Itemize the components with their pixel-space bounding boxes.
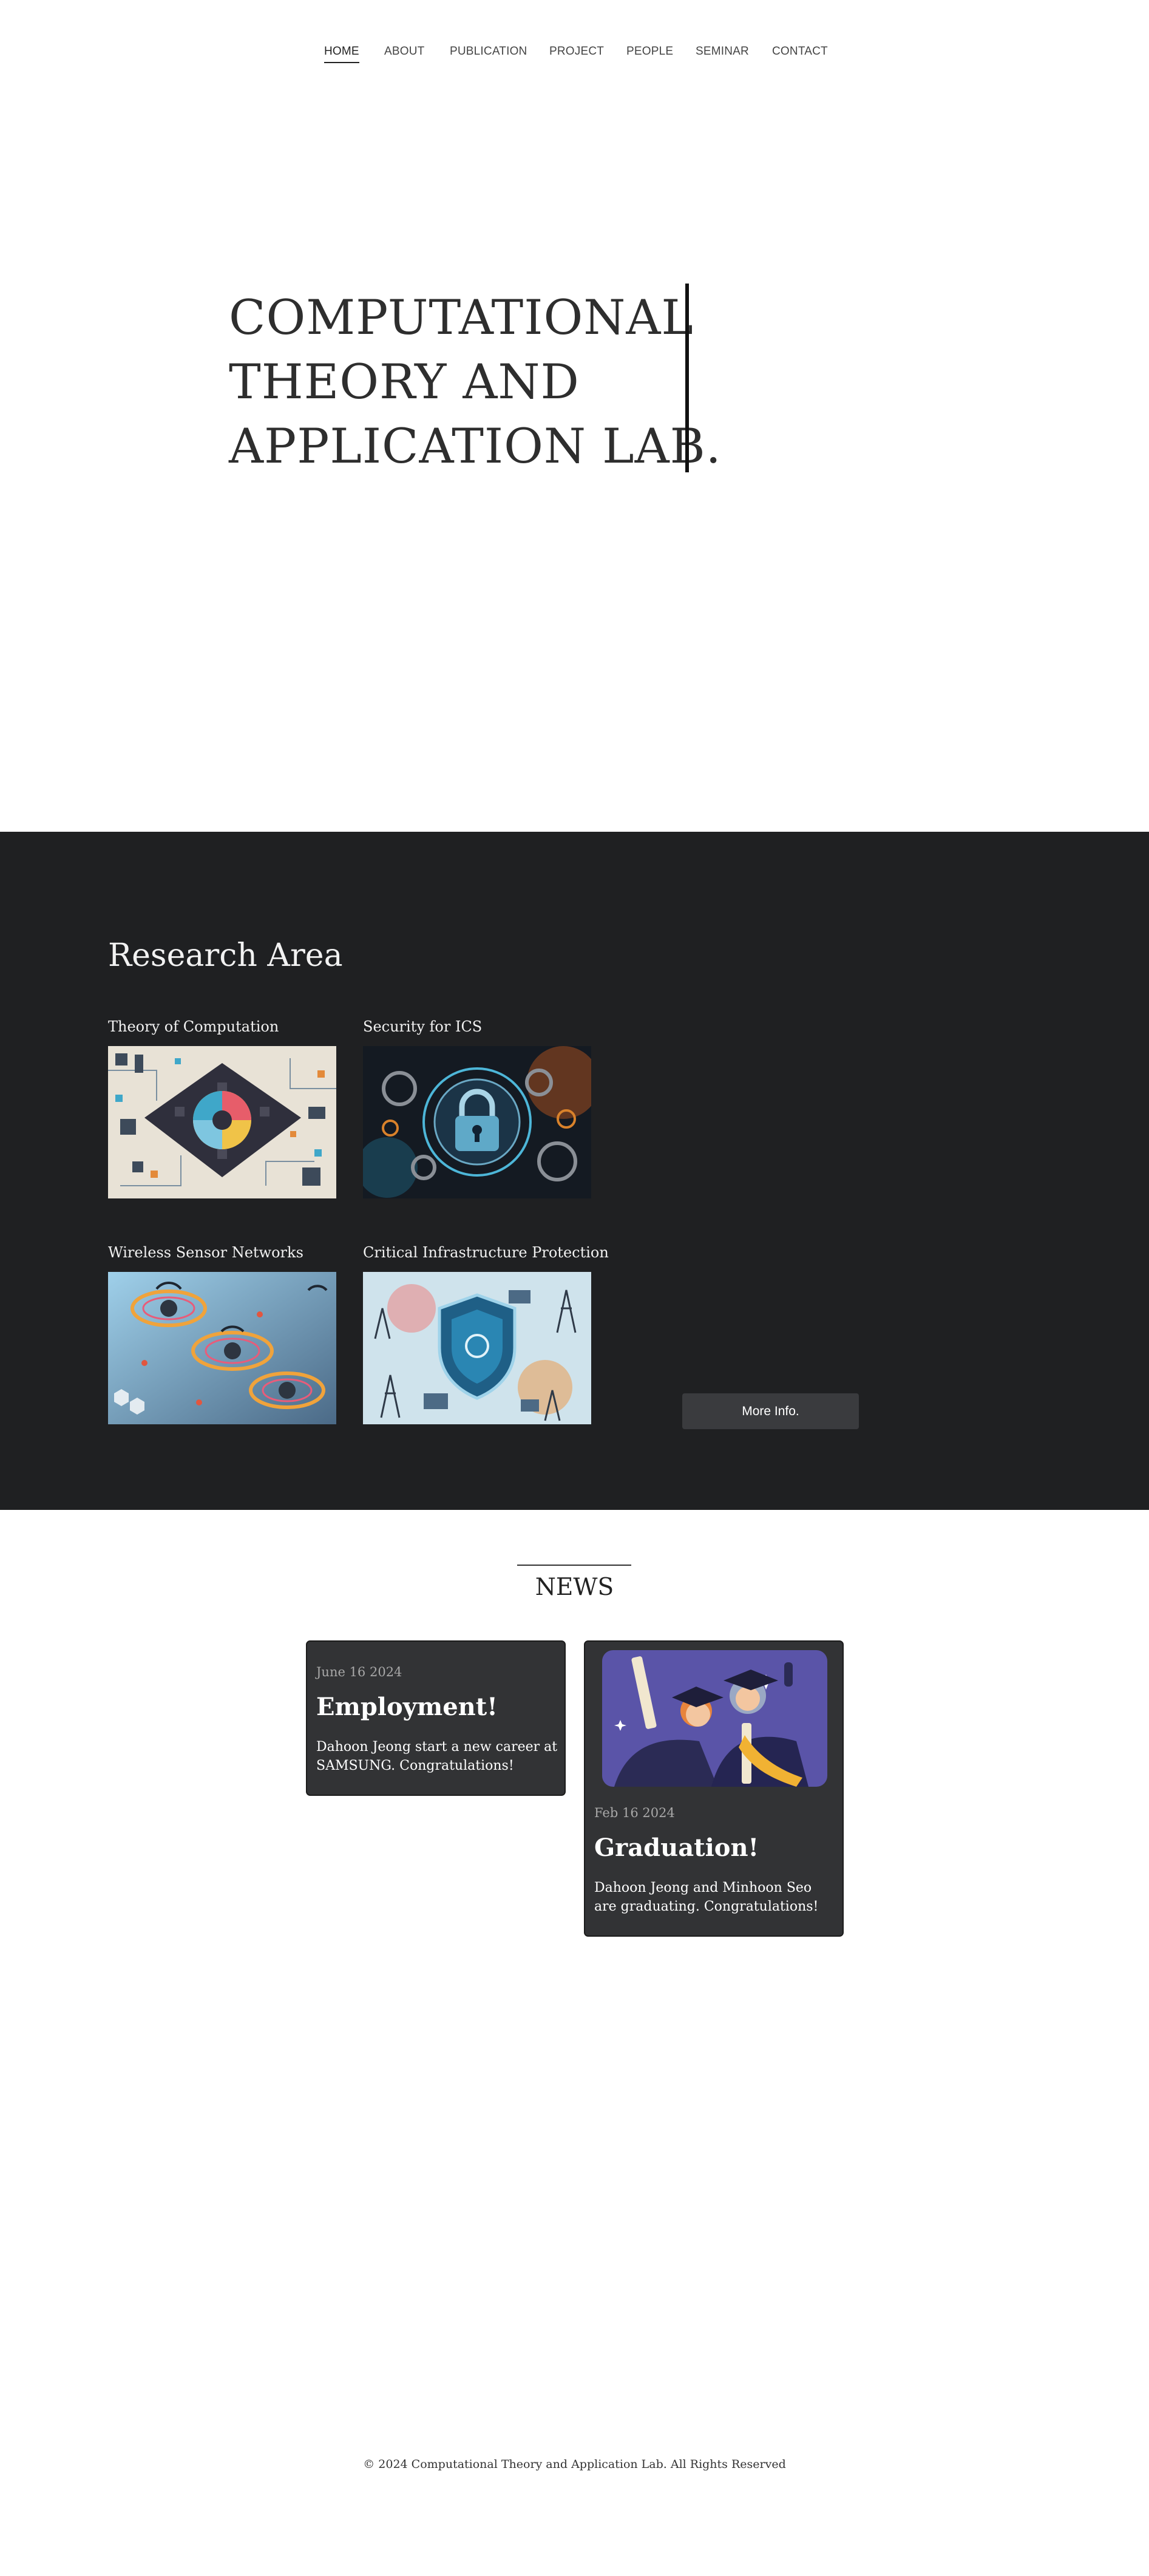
graduates-image[interactable]	[602, 1650, 827, 1787]
circuit-board-image[interactable]	[108, 1046, 336, 1198]
research-item-label: Wireless Sensor Networks	[108, 1244, 303, 1261]
research-item-infrastructure[interactable]: Critical Infrastructure Protection	[363, 1244, 609, 1424]
nav-home[interactable]: HOME	[324, 45, 359, 63]
research-item-security[interactable]: Security for ICS	[363, 1018, 591, 1198]
nav-publication[interactable]: PUBLICATION	[450, 45, 527, 58]
news-divider	[517, 1565, 631, 1566]
nav-contact[interactable]: CONTACT	[772, 45, 828, 58]
news-card-text: Dahoon Jeong start a new career at SAMSU…	[316, 1739, 558, 1773]
news-card-title: Employment!	[316, 1693, 498, 1721]
hero-title-line-1: COMPUTATIONAL	[229, 290, 694, 345]
news-card-employment[interactable]: June 16 2024 Employment! Dahoon Jeong st…	[306, 1640, 566, 1796]
research-item-wireless[interactable]: Wireless Sensor Networks	[108, 1244, 336, 1424]
research-item-label: Theory of Computation	[108, 1018, 279, 1035]
hero-title-line-2: THEORY AND	[229, 354, 580, 410]
news-title: NEWS	[535, 1574, 614, 1601]
hero-divider-bar	[685, 284, 689, 472]
news-date: Feb 16 2024	[594, 1806, 675, 1820]
wireless-signal-image[interactable]	[108, 1272, 336, 1424]
footer-copyright: © 2024 Computational Theory and Applicat…	[363, 2458, 786, 2471]
news-card-graduation[interactable]: Feb 16 2024 Graduation! Dahoon Jeong and…	[584, 1640, 844, 1937]
hero-title-line-3: APPLICATION LAB.	[229, 418, 722, 474]
nav-project[interactable]: PROJECT	[549, 45, 604, 58]
research-area-section: Research Area Theory of Computation Secu…	[0, 832, 1149, 1510]
news-card-title: Graduation!	[594, 1833, 759, 1862]
research-item-label: Security for ICS	[363, 1018, 483, 1035]
main-nav: HOME ABOUT PUBLICATION PROJECT PEOPLE SE…	[0, 36, 1149, 67]
research-item-theory[interactable]: Theory of Computation	[108, 1018, 336, 1198]
nav-about[interactable]: ABOUT	[384, 45, 424, 58]
shield-power-grid-image[interactable]	[363, 1272, 591, 1424]
more-info-button[interactable]: More Info.	[682, 1393, 859, 1429]
hero-title: COMPUTATIONAL THEORY AND APPLICATION LAB…	[229, 285, 722, 478]
nav-people[interactable]: PEOPLE	[626, 45, 673, 58]
nav-seminar[interactable]: SEMINAR	[696, 45, 749, 58]
research-area-title: Research Area	[108, 937, 343, 974]
research-item-label: Critical Infrastructure Protection	[363, 1244, 609, 1261]
news-date: June 16 2024	[316, 1665, 402, 1679]
padlock-gears-image[interactable]	[363, 1046, 591, 1198]
news-card-text: Dahoon Jeong and Minhoon Seo are graduat…	[594, 1880, 819, 1914]
